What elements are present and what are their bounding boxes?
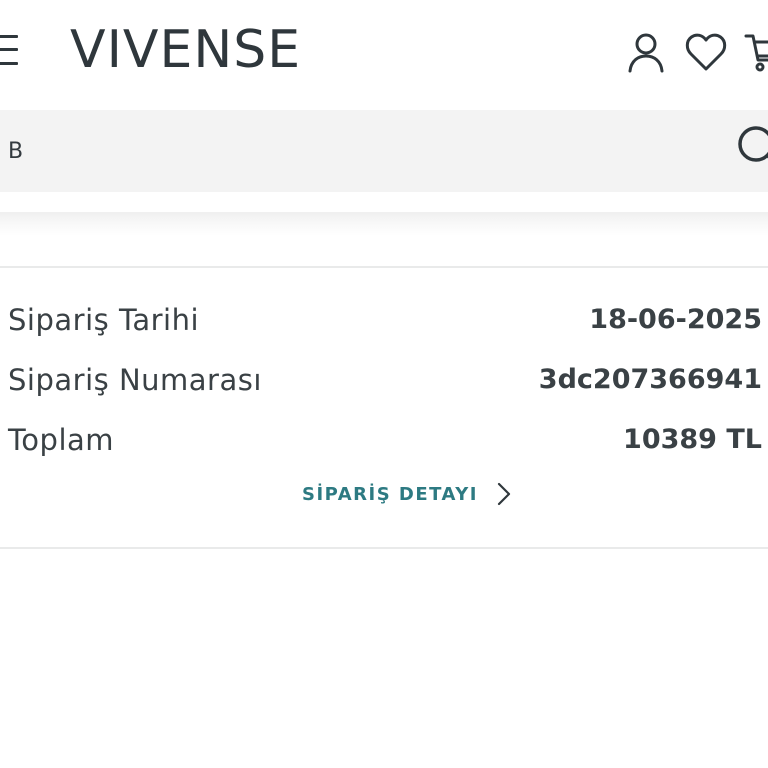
order-total-row: Toplam 10389 TL: [0, 420, 768, 460]
menu-icon-line: [0, 48, 18, 51]
order-number-label: Sipariş Numarası: [8, 363, 262, 397]
order-date-row: Sipariş Tarihi 18-06-2025: [0, 300, 768, 340]
user-icon[interactable]: [624, 30, 668, 74]
section-shadow: [0, 212, 768, 236]
menu-icon-line: [0, 35, 18, 38]
header: VIVENSE: [0, 0, 768, 105]
menu-icon-line: [0, 62, 18, 65]
order-total-value: 10389 TL: [623, 424, 762, 455]
search-bar: [0, 110, 768, 192]
divider: [0, 547, 768, 549]
chevron-right-icon: [497, 482, 511, 506]
order-detail-label: SİPARİŞ DETAYI: [302, 483, 478, 505]
order-detail-link[interactable]: SİPARİŞ DETAYI: [302, 478, 512, 510]
heart-icon[interactable]: [684, 30, 728, 74]
search-icon[interactable]: [736, 124, 768, 168]
order-date-label: Sipariş Tarihi: [8, 303, 200, 337]
cart-icon[interactable]: [744, 30, 768, 74]
search-input[interactable]: [0, 110, 720, 192]
menu-icon[interactable]: [0, 35, 20, 67]
logo[interactable]: VIVENSE: [70, 22, 301, 78]
order-number-row: Sipariş Numarası 3dc207366941: [0, 360, 768, 400]
order-number-value: 3dc207366941: [538, 364, 762, 395]
order-total-label: Toplam: [8, 423, 115, 457]
divider: [0, 266, 768, 268]
order-date-value: 18-06-2025: [589, 304, 762, 335]
page: VIVENSE Sipariş Tarihi 18-06-2025 Sipari…: [0, 0, 768, 768]
